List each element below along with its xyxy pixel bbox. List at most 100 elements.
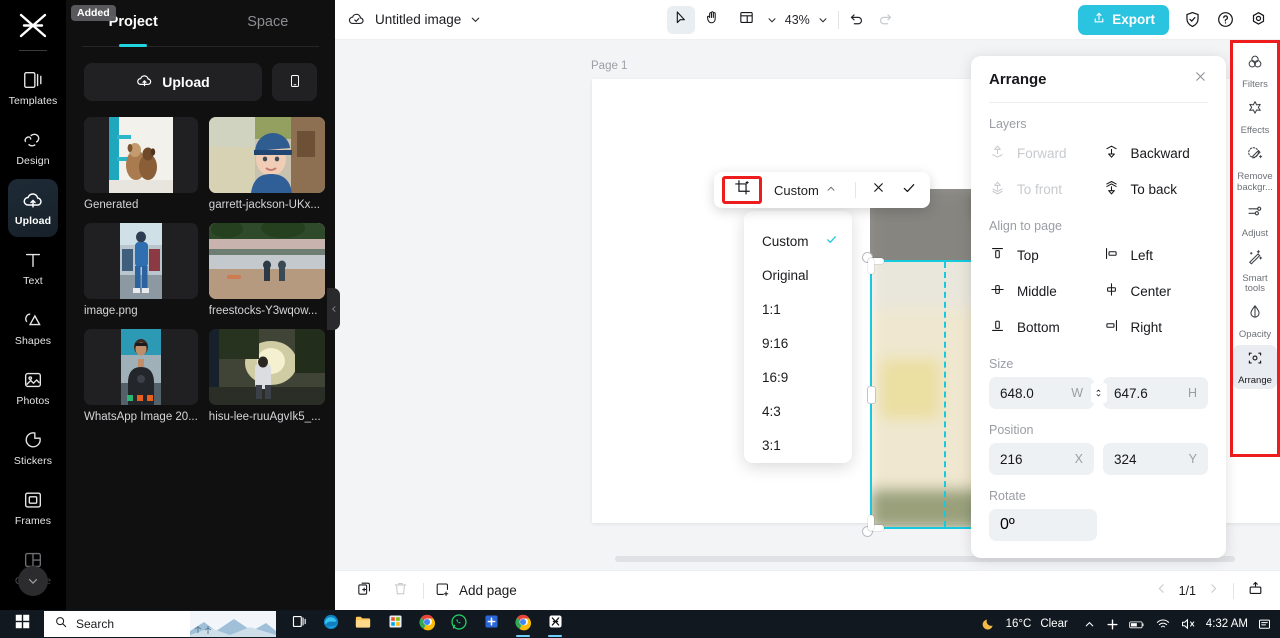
- system-time[interactable]: 4:32 AM: [1206, 618, 1248, 630]
- present-button[interactable]: [1247, 580, 1264, 602]
- width-input[interactable]: 648.0 W: [989, 377, 1094, 409]
- expand-rail-button[interactable]: [18, 566, 48, 596]
- redo-icon[interactable]: [877, 11, 894, 28]
- ratio-option-custom[interactable]: Custom: [744, 224, 852, 258]
- send-to-back-button[interactable]: To back: [1103, 173, 1209, 205]
- crop-ratio-dropdown-trigger[interactable]: Custom: [766, 183, 845, 198]
- align-center-button[interactable]: Center: [1103, 275, 1209, 307]
- layout-tool-button[interactable]: [733, 6, 761, 34]
- media-thumbnail[interactable]: [208, 223, 325, 299]
- delete-page-button[interactable]: [387, 578, 413, 604]
- sidebar-item-shapes[interactable]: Shapes: [8, 299, 58, 357]
- align-left-button[interactable]: Left: [1103, 239, 1209, 271]
- chrome-button[interactable]: [412, 610, 442, 638]
- collapse-panel-handle[interactable]: [327, 288, 340, 330]
- crop-ratio-button[interactable]: [722, 176, 762, 204]
- prev-page-button[interactable]: [1155, 582, 1168, 600]
- chevron-up-icon[interactable]: [1083, 618, 1096, 631]
- onedrive-plus-icon[interactable]: [1105, 617, 1120, 632]
- tab-space[interactable]: Space: [201, 0, 336, 44]
- tool-opacity[interactable]: Opacity: [1233, 299, 1277, 343]
- hand-tool-button[interactable]: [699, 6, 727, 34]
- sidebar-item-photos[interactable]: Photos: [8, 359, 58, 417]
- lock-aspect-ratio-button[interactable]: [1090, 383, 1107, 403]
- search-input[interactable]: Search: [44, 611, 276, 637]
- file-explorer-button[interactable]: [348, 610, 378, 638]
- sidebar-item-templates[interactable]: Templates: [8, 59, 58, 117]
- edge-button[interactable]: [316, 610, 346, 638]
- send-backward-button[interactable]: Backward: [1103, 137, 1209, 169]
- capcut-logo[interactable]: [10, 6, 56, 46]
- media-thumbnail[interactable]: [208, 117, 325, 193]
- wifi-icon[interactable]: [1155, 617, 1171, 631]
- moon-icon[interactable]: [981, 616, 997, 632]
- gear-icon[interactable]: [1249, 10, 1268, 29]
- document-title[interactable]: Untitled image: [375, 12, 461, 27]
- cloud-saved-icon[interactable]: [347, 10, 366, 29]
- microsoft-store-button[interactable]: [380, 610, 410, 638]
- media-item[interactable]: Added garrett-jackson-UKx...: [71, 5, 325, 211]
- sidebar-item-stickers[interactable]: Stickers: [8, 419, 58, 477]
- tool-smart-tools[interactable]: Smart tools: [1233, 244, 1277, 297]
- bring-to-front-button[interactable]: To front: [989, 173, 1095, 205]
- volume-muted-icon[interactable]: [1180, 617, 1197, 631]
- sidebar-item-text[interactable]: Text: [8, 239, 58, 297]
- height-input[interactable]: 647.6 H: [1103, 377, 1208, 409]
- media-item[interactable]: WhatsApp Image 20...: [84, 329, 198, 423]
- sidebar-item-frames[interactable]: Frames: [8, 479, 58, 537]
- crop-handle-bl-v[interactable]: [868, 515, 874, 531]
- tool-filters[interactable]: Filters: [1233, 49, 1277, 93]
- media-thumbnail[interactable]: [84, 117, 198, 193]
- align-bottom-button[interactable]: Bottom: [989, 311, 1095, 343]
- upload-from-phone-button[interactable]: [272, 63, 317, 101]
- sidebar-item-upload[interactable]: Upload: [8, 179, 58, 237]
- chrome-active-button[interactable]: [508, 610, 538, 638]
- undo-icon[interactable]: [848, 11, 865, 28]
- document-title-chevron-down-icon[interactable]: [469, 13, 482, 26]
- media-thumbnail[interactable]: [84, 223, 198, 299]
- align-middle-button[interactable]: Middle: [989, 275, 1095, 307]
- crop-handle-left[interactable]: [867, 385, 876, 404]
- duplicate-page-button[interactable]: [351, 578, 377, 604]
- media-thumbnail[interactable]: [84, 329, 198, 405]
- upload-button[interactable]: Upload: [84, 63, 262, 101]
- ratio-option-3-1[interactable]: 3:1: [744, 428, 852, 462]
- position-x-input[interactable]: 216 X: [989, 443, 1094, 475]
- rotate-input[interactable]: 0º: [989, 509, 1097, 541]
- notification-icon[interactable]: [1257, 617, 1272, 632]
- bring-forward-button[interactable]: Forward: [989, 137, 1095, 169]
- shield-check-icon[interactable]: [1183, 10, 1202, 29]
- ratio-option-9-16[interactable]: 9:16: [744, 326, 852, 360]
- start-button[interactable]: [0, 610, 44, 638]
- plus-app-button[interactable]: [476, 610, 506, 638]
- capcut-app-button[interactable]: [540, 610, 570, 638]
- question-circle-icon[interactable]: [1216, 10, 1235, 29]
- media-thumbnail[interactable]: [208, 329, 325, 405]
- media-item[interactable]: freestocks-Y3wqow...: [208, 223, 325, 317]
- next-page-button[interactable]: [1207, 582, 1220, 600]
- layout-chevron-down-icon[interactable]: [766, 14, 778, 26]
- media-item[interactable]: Generated: [84, 117, 198, 211]
- align-top-button[interactable]: Top: [989, 239, 1095, 271]
- weather-temperature[interactable]: 16°C: [1006, 618, 1032, 630]
- ratio-option-original[interactable]: Original: [744, 258, 852, 292]
- ratio-option-4-3[interactable]: 4:3: [744, 394, 852, 428]
- ratio-option-16-9[interactable]: 16:9: [744, 360, 852, 394]
- crop-handle-tl-v[interactable]: [868, 258, 874, 274]
- tool-remove-background[interactable]: Remove backgr...: [1233, 141, 1277, 196]
- crop-confirm-button[interactable]: [896, 177, 922, 203]
- select-tool-button[interactable]: [666, 5, 695, 34]
- whatsapp-button[interactable]: [444, 610, 474, 638]
- tool-adjust[interactable]: Adjust: [1233, 198, 1277, 242]
- close-panel-button[interactable]: [1193, 69, 1208, 89]
- sidebar-item-design[interactable]: Design: [8, 119, 58, 177]
- ratio-option-1-1[interactable]: 1:1: [744, 292, 852, 326]
- position-y-input[interactable]: 324 Y: [1103, 443, 1208, 475]
- tool-effects[interactable]: Effects: [1233, 95, 1277, 139]
- media-item[interactable]: Added hisu-lee-ruuAgvIk5_...: [71, 5, 325, 423]
- align-right-button[interactable]: Right: [1103, 311, 1209, 343]
- zoom-level[interactable]: 43%: [785, 13, 810, 27]
- zoom-chevron-down-icon[interactable]: [817, 14, 829, 26]
- crop-cancel-button[interactable]: [866, 177, 892, 203]
- battery-icon[interactable]: [1129, 618, 1146, 631]
